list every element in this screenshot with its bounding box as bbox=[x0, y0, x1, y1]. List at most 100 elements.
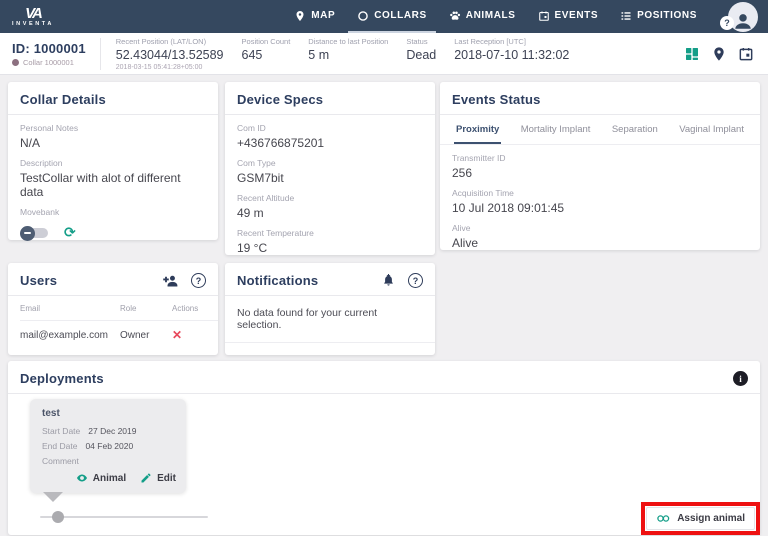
inventa-logo[interactable]: VA INVENTA bbox=[12, 6, 54, 28]
field-com-type: Com Type GSM7bit bbox=[225, 150, 435, 185]
nav-label: COLLARS bbox=[374, 10, 427, 21]
eye-icon bbox=[76, 472, 88, 484]
field-recent-temperature: Recent Temperature 19 °C bbox=[225, 220, 435, 255]
col-email: Email bbox=[20, 296, 120, 321]
field-com-id: Com ID +436766875201 bbox=[225, 115, 435, 150]
tab-mortality-implant[interactable]: Mortality Implant bbox=[519, 115, 593, 144]
app-root: VA INVENTA MAP COLLARS ANIMALS EVENTS bbox=[0, 0, 768, 535]
slider-handle[interactable] bbox=[52, 511, 64, 523]
collar-id: ID: 1000001 bbox=[12, 41, 86, 56]
stat-position-count: Position Count 645 bbox=[233, 37, 300, 71]
tab-separation[interactable]: Separation bbox=[610, 115, 660, 144]
nav-item-collars[interactable]: COLLARS bbox=[348, 0, 436, 33]
nav-item-animals[interactable]: ANIMALS bbox=[440, 0, 525, 33]
bell-plus-icon[interactable] bbox=[382, 274, 395, 288]
col-actions: Actions bbox=[172, 296, 218, 321]
stat-last-reception: Last Reception [UTC] 2018-07-10 11:32:02 bbox=[445, 37, 578, 71]
logo-text: INVENTA bbox=[12, 22, 54, 28]
paw-icon bbox=[449, 10, 461, 22]
tab-vaginal-implant[interactable]: Vaginal Implant bbox=[677, 115, 746, 144]
deployments-title: Deployments bbox=[20, 371, 104, 386]
nav-item-positions[interactable]: POSITIONS bbox=[611, 0, 706, 33]
field-movebank: Movebank bbox=[8, 199, 218, 217]
deployment-name: test bbox=[42, 408, 176, 419]
info-icon[interactable]: i bbox=[733, 371, 748, 386]
deployment-start-date: Start Date 27 Dec 2019 bbox=[42, 426, 176, 436]
collar-summary-bar: ID: 1000001 Collar 1000001 Recent Positi… bbox=[0, 33, 768, 75]
notifications-empty-message: No data found for your current selection… bbox=[225, 296, 435, 343]
movebank-toggle[interactable] bbox=[22, 228, 48, 238]
nav-label: POSITIONS bbox=[637, 10, 697, 21]
user-email: mail@example.com bbox=[20, 321, 120, 350]
nav-item-map[interactable]: MAP bbox=[285, 0, 344, 33]
events-status-card: Events Status Proximity Mortality Implan… bbox=[440, 82, 760, 250]
add-user-icon[interactable] bbox=[162, 274, 178, 288]
collar-name-row: Collar 1000001 bbox=[12, 58, 86, 67]
notifications-help-icon[interactable]: ? bbox=[408, 273, 423, 288]
notifications-title: Notifications bbox=[237, 273, 318, 288]
field-personal-notes: Personal Notes N/A bbox=[8, 115, 218, 150]
delete-user-icon[interactable]: ✕ bbox=[172, 321, 218, 350]
users-title: Users bbox=[20, 273, 57, 288]
users-help-icon[interactable]: ? bbox=[191, 273, 206, 288]
field-alive: Alive Alive bbox=[440, 215, 760, 250]
main-nav: MAP COLLARS ANIMALS EVENTS POSITIONS bbox=[285, 0, 706, 33]
col-role: Role bbox=[120, 296, 172, 321]
collar-color-dot bbox=[12, 59, 19, 66]
collar-id-block: ID: 1000001 Collar 1000001 bbox=[0, 38, 101, 70]
users-table: Email Role Actions mail@example.com Owne… bbox=[8, 296, 218, 350]
animal-button[interactable]: Animal bbox=[76, 472, 126, 484]
deployment-timeline-slider[interactable] bbox=[40, 511, 208, 523]
events-status-title: Events Status bbox=[452, 92, 541, 107]
link-icon bbox=[656, 514, 671, 523]
row-middle-cards: Users ? Email Role Actions mail@example.… bbox=[8, 263, 760, 355]
collar-details-title: Collar Details bbox=[20, 92, 106, 107]
row-top-cards: Collar Details Personal Notes N/A Descri… bbox=[8, 82, 760, 255]
nav-label: EVENTS bbox=[555, 10, 599, 21]
deployments-card: Deployments i test Start Date 27 Dec 201… bbox=[8, 361, 760, 535]
user-role: Owner bbox=[120, 321, 172, 350]
map-pin-icon bbox=[294, 10, 306, 22]
users-card: Users ? Email Role Actions mail@example.… bbox=[8, 263, 218, 355]
deployment-comment: Comment bbox=[42, 456, 176, 466]
highlight-annotation: Assign animal bbox=[641, 502, 760, 535]
tab-proximity[interactable]: Proximity bbox=[454, 115, 501, 144]
field-acquisition-time: Acquisition Time 10 Jul 2018 09:01:45 bbox=[440, 180, 760, 215]
help-button[interactable]: ? bbox=[720, 16, 734, 30]
collar-details-card: Collar Details Personal Notes N/A Descri… bbox=[8, 82, 218, 240]
device-specs-card: Device Specs Com ID +436766875201 Com Ty… bbox=[225, 82, 435, 255]
notifications-card: Notifications ? No data found for your c… bbox=[225, 263, 435, 355]
edit-button[interactable]: Edit bbox=[140, 472, 176, 484]
nav-item-events[interactable]: EVENTS bbox=[529, 0, 608, 33]
nav-label: MAP bbox=[311, 10, 335, 21]
toggle-knob bbox=[20, 226, 35, 241]
dashboard-icon[interactable] bbox=[684, 46, 700, 62]
nav-label: ANIMALS bbox=[466, 10, 516, 21]
content-area: Collar Details Personal Notes N/A Descri… bbox=[0, 75, 768, 535]
field-transmitter-id: Transmitter ID 256 bbox=[440, 145, 760, 180]
collar-action-icons bbox=[684, 46, 768, 62]
list-icon bbox=[620, 10, 632, 22]
assign-animal-button[interactable]: Assign animal bbox=[646, 507, 755, 530]
collar-name: Collar 1000001 bbox=[23, 58, 74, 67]
slider-track[interactable] bbox=[40, 516, 208, 518]
stat-distance: Distance to last Position 5 m bbox=[299, 37, 397, 71]
sync-icon[interactable]: ⟳ bbox=[64, 226, 76, 240]
help-question-icon: ? bbox=[724, 18, 730, 28]
deployment-tooltip-card[interactable]: test Start Date 27 Dec 2019 End Date 04 … bbox=[30, 399, 186, 493]
field-recent-altitude: Recent Altitude 49 m bbox=[225, 185, 435, 220]
top-navbar: VA INVENTA MAP COLLARS ANIMALS EVENTS bbox=[0, 0, 768, 33]
stat-recent-position: Recent Position (LAT/LON) 52.43044/13.52… bbox=[107, 37, 233, 71]
logo-mark: VA bbox=[25, 6, 41, 21]
deployment-end-date: End Date 04 Feb 2020 bbox=[42, 441, 176, 451]
device-specs-title: Device Specs bbox=[237, 92, 323, 107]
collar-stats: Recent Position (LAT/LON) 52.43044/13.52… bbox=[101, 37, 684, 71]
collar-ring-icon bbox=[357, 10, 369, 22]
pencil-icon bbox=[140, 472, 152, 484]
person-icon bbox=[732, 10, 754, 32]
positions-pin-icon[interactable] bbox=[711, 46, 727, 62]
calendar-icon bbox=[538, 10, 550, 22]
stat-status: Status Dead bbox=[397, 37, 445, 71]
schedule-calendar-icon[interactable] bbox=[738, 46, 754, 62]
field-description: Description TestCollar with alot of diff… bbox=[8, 150, 218, 199]
